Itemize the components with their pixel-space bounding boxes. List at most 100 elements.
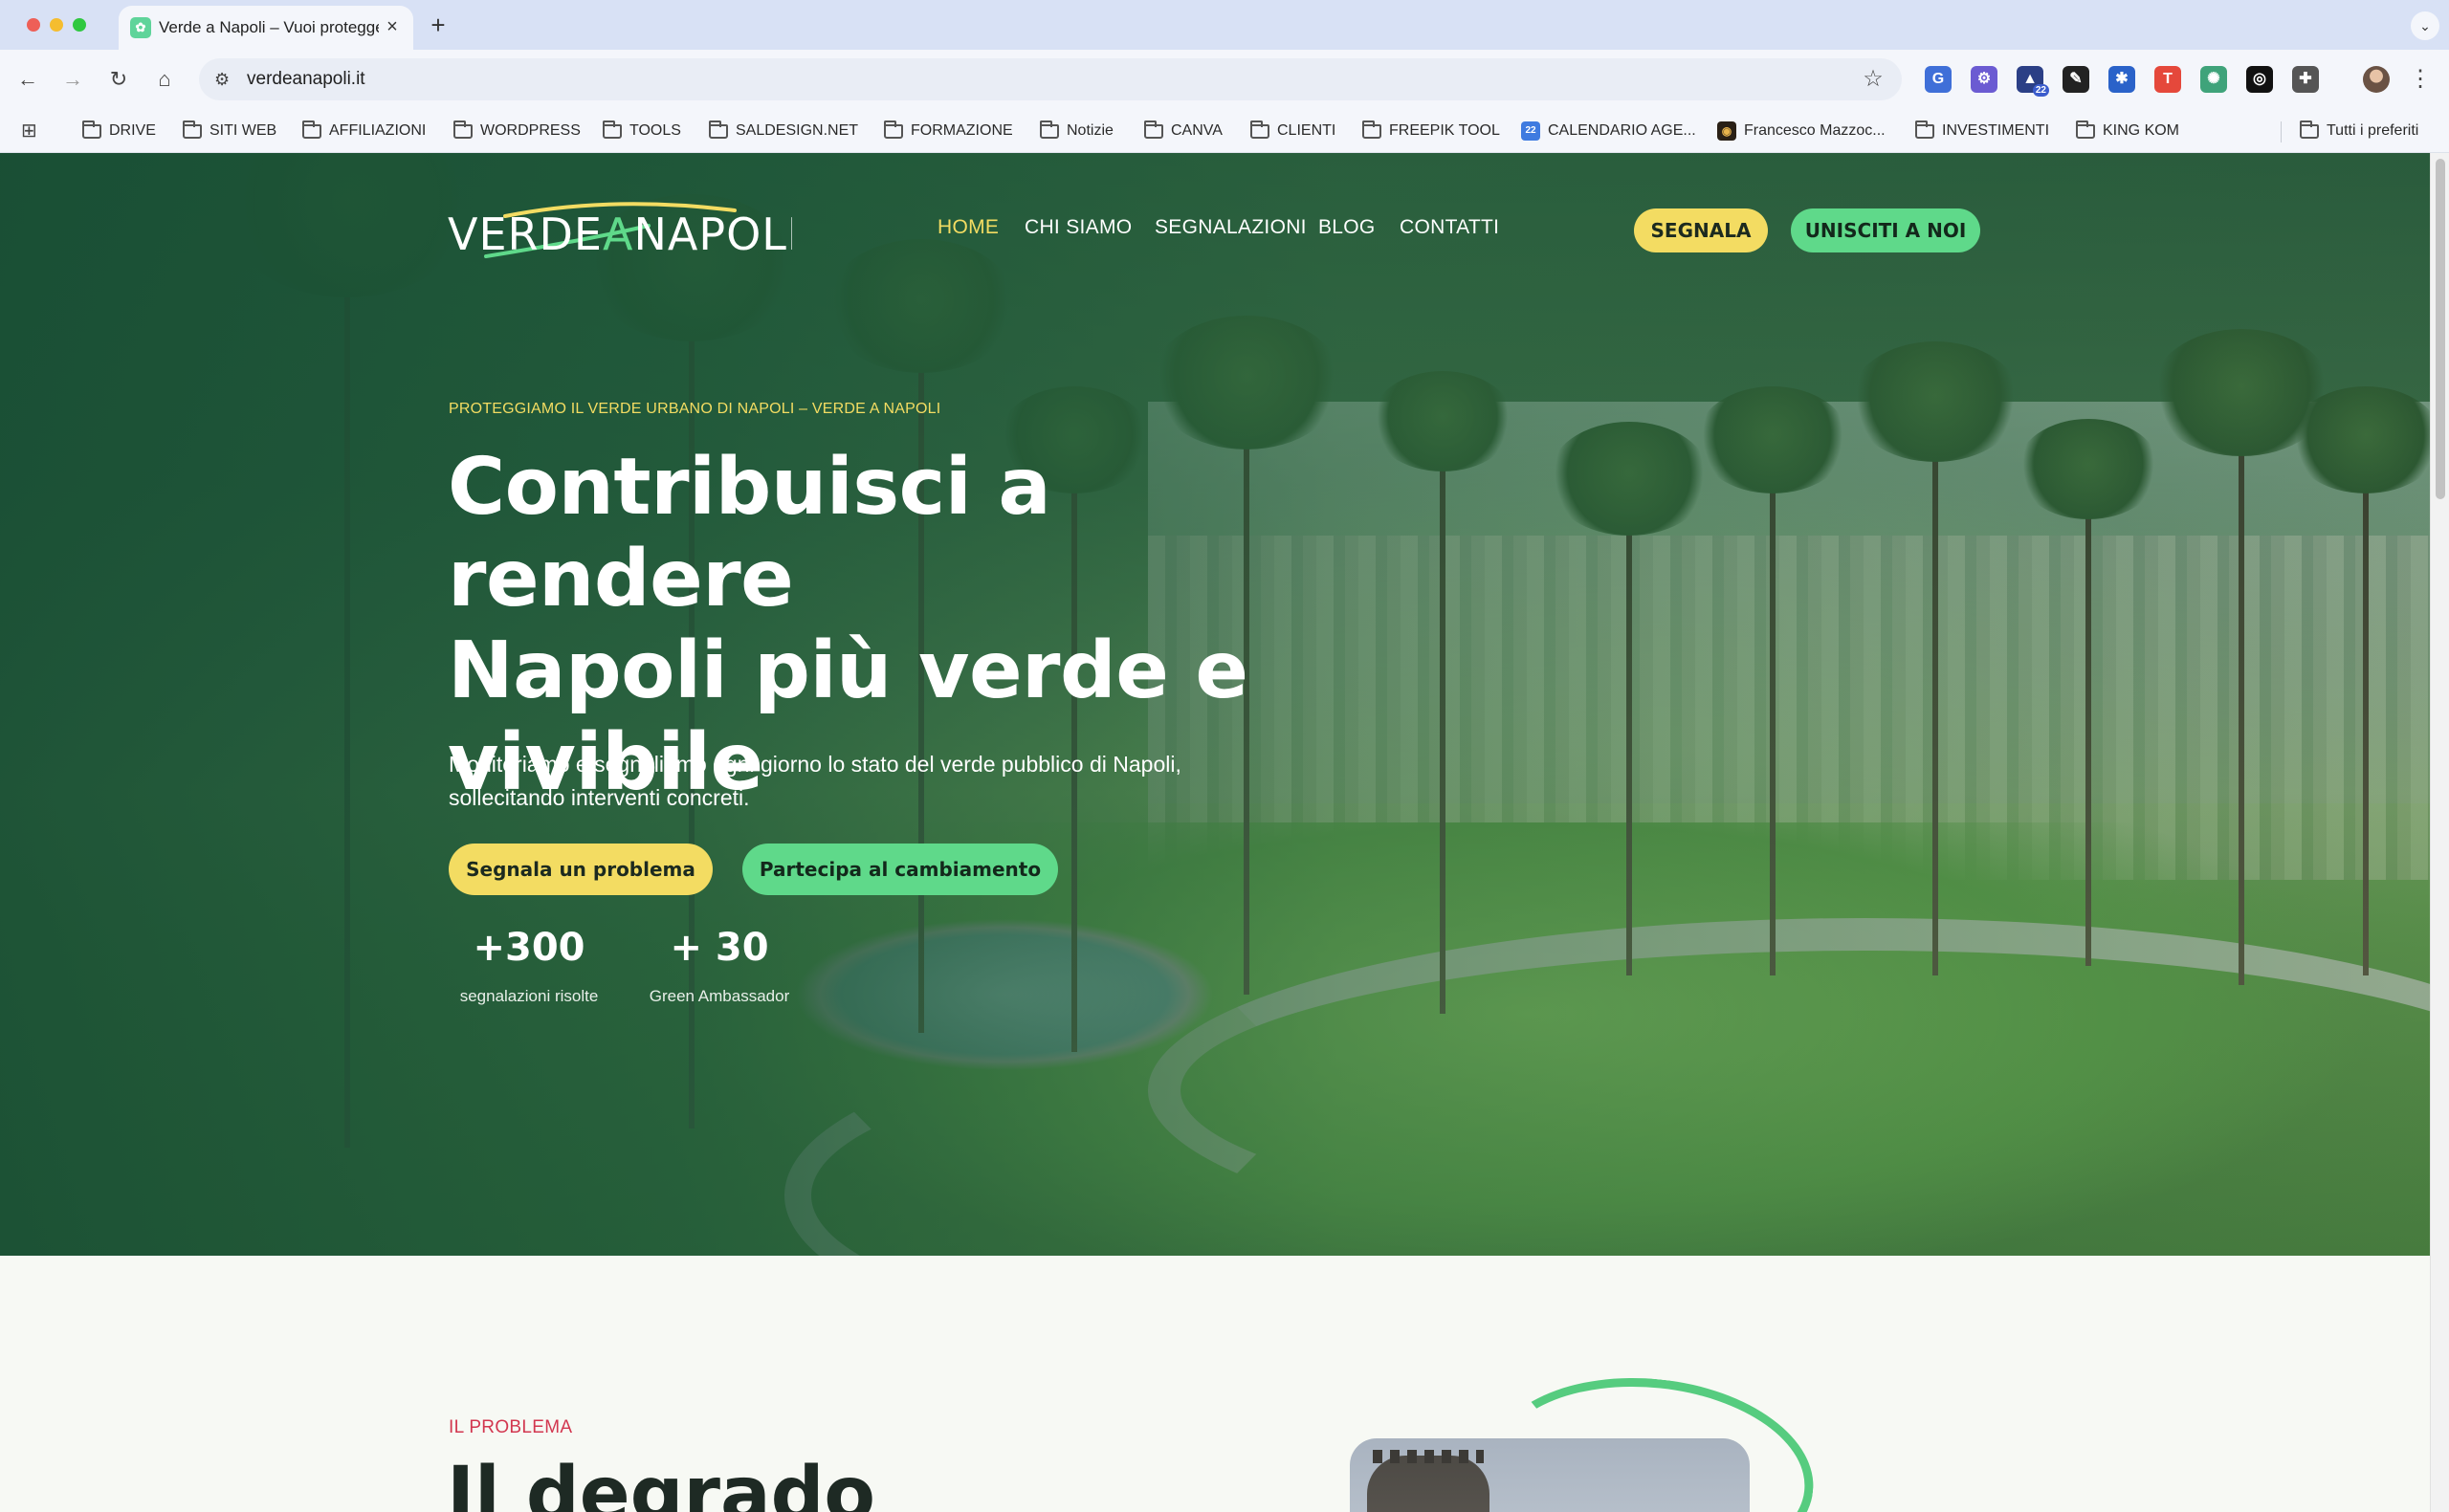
folder-icon	[1362, 120, 1381, 139]
hero-subtitle: Monitoriamo e segnaliamo ogni giorno lo …	[449, 748, 1310, 815]
hero-section: VERDEANAPOLI HOME CHI SIAMO SEGNALAZIONI…	[0, 153, 2430, 1256]
folder-icon	[82, 120, 101, 139]
url-text[interactable]: verdeanapoli.it	[247, 68, 365, 91]
bookmark-clienti[interactable]: CLIENTI	[1250, 120, 1335, 142]
browser-tab-bar: ✿ Verde a Napoli – Vuoi proteggere × + ⌄	[0, 0, 2449, 50]
site-logo[interactable]: VERDEANAPOLI	[448, 197, 792, 264]
extension-gear-icon[interactable]: ⚙	[1971, 66, 1997, 93]
bookmark-label: INVESTIMENTI	[1942, 122, 2050, 139]
bookmark-formazione[interactable]: FORMAZIONE	[884, 120, 1013, 142]
hero-subtitle-line: sollecitando interventi concreti.	[449, 785, 750, 810]
bookmark-siti-web[interactable]: SITI WEB	[183, 120, 276, 142]
bookmark-label: WORDPRESS	[480, 122, 581, 139]
bookmark-star-icon[interactable]: ☆	[1860, 66, 1886, 93]
bookmark-label: TOOLS	[629, 122, 681, 139]
unisciti-button[interactable]: UNISCITI A NOI	[1791, 208, 1980, 252]
bookmark-calendario-age[interactable]: 22 CALENDARIO AGE...	[1521, 120, 1696, 142]
nav-blog[interactable]: BLOG	[1318, 216, 1376, 239]
bookmark-label: Francesco Mazzoc...	[1744, 122, 1886, 139]
nav-segnalazioni[interactable]: SEGNALAZIONI	[1155, 216, 1307, 239]
folder-icon	[1915, 120, 1934, 139]
castle-tower	[1367, 1456, 1489, 1512]
folder-icon	[2300, 120, 2319, 139]
openai-icon[interactable]: ◎	[2246, 66, 2273, 93]
stat-label: segnalazioni risolte	[459, 987, 599, 1005]
browser-tab-active[interactable]: ✿ Verde a Napoli – Vuoi proteggere ×	[119, 6, 413, 50]
bookmark-label: FORMAZIONE	[911, 122, 1013, 139]
reload-icon[interactable]: ↻	[102, 63, 135, 96]
site-favicon-icon: ◉	[1717, 121, 1736, 141]
minimize-window-button[interactable]	[50, 18, 63, 32]
bookmark-drive[interactable]: DRIVE	[82, 120, 156, 142]
eyedropper-icon[interactable]: ✎	[2063, 66, 2089, 93]
bookmarks-bar: ⊞ DRIVE SITI WEB AFFILIAZIONI WORDPRESS TOOL…	[0, 109, 2449, 153]
hero-headline-line: Napoli più verde e	[448, 625, 1248, 716]
problem-eyebrow: IL PROBLEMA	[449, 1417, 573, 1437]
folder-icon	[884, 120, 903, 139]
profile-avatar[interactable]	[2363, 66, 2390, 93]
logo-text-verde: VERDE	[448, 208, 603, 260]
folder-icon	[183, 120, 202, 139]
scrollbar-thumb[interactable]	[2436, 159, 2445, 499]
translate-icon[interactable]: G	[1925, 66, 1952, 93]
bookmark-label: AFFILIAZIONI	[329, 122, 427, 139]
close-window-button[interactable]	[27, 18, 40, 32]
bookmark-affiliazioni[interactable]: AFFILIAZIONI	[302, 120, 426, 142]
bookmark-all-favorites[interactable]: Tutti i preferiti	[2300, 120, 2418, 142]
segnala-button[interactable]: SEGNALA	[1634, 208, 1768, 252]
bookmark-king-kom[interactable]: KING KOM	[2076, 120, 2179, 142]
folder-icon	[302, 120, 321, 139]
segnala-problema-button[interactable]: Segnala un problema	[449, 844, 713, 895]
nav-home[interactable]: HOME	[938, 216, 999, 239]
extension-badge: 22	[2032, 84, 2049, 97]
bookmark-label: DRIVE	[109, 122, 156, 139]
bookmarks-divider	[2281, 121, 2282, 142]
castle-image	[1350, 1438, 1750, 1512]
bookmark-label: FREEPIK TOOL	[1389, 122, 1500, 139]
stat-label: Green Ambassador	[649, 987, 790, 1005]
folder-icon	[1144, 120, 1163, 139]
extension-blue-icon[interactable]: ✱	[2108, 66, 2135, 93]
tab-title: Verde a Napoli – Vuoi proteggere	[159, 18, 379, 36]
address-bar[interactable]: ⚙ verdeanapoli.it ☆	[199, 58, 1902, 100]
bookmark-tools[interactable]: TOOLS	[603, 120, 681, 142]
folder-icon	[709, 120, 728, 139]
hero-subtitle-line: Monitoriamo e segnaliamo ogni giorno lo …	[449, 752, 1181, 777]
menu-kebab-icon[interactable]: ⋮	[2407, 63, 2434, 96]
bookmark-freepik-tool[interactable]: FREEPIK TOOL	[1362, 120, 1500, 142]
bookmark-label: CANVA	[1171, 122, 1223, 139]
forward-arrow-icon[interactable]: →	[56, 63, 89, 96]
site-settings-icon[interactable]: ⚙	[214, 68, 237, 91]
back-arrow-icon[interactable]: ←	[11, 63, 44, 96]
apps-grid-icon[interactable]: ⊞	[21, 121, 42, 142]
bookmark-wordpress[interactable]: WORDPRESS	[453, 120, 581, 142]
puzzle-icon[interactable]: ✚	[2292, 66, 2319, 93]
new-tab-button[interactable]: +	[425, 11, 452, 38]
stat-value: +300	[473, 926, 585, 970]
nav-chi-siamo[interactable]: CHI SIAMO	[1025, 216, 1132, 239]
grad-cap-icon[interactable]: ▲ 22	[2017, 66, 2049, 97]
page-viewport: VERDEANAPOLI HOME CHI SIAMO SEGNALAZIONI…	[0, 153, 2430, 1512]
bookmark-francesco-mazzoc[interactable]: ◉ Francesco Mazzoc...	[1717, 120, 1886, 142]
t-extension-icon[interactable]: T	[2154, 66, 2181, 93]
bookmark-notizie[interactable]: Notizie	[1040, 120, 1114, 142]
hero-headline-line: Contribuisci a rendere	[448, 442, 1051, 625]
chatgpt-icon[interactable]: ✺	[2200, 66, 2227, 93]
logo-text-napoli: NAPOLI	[633, 208, 792, 260]
close-icon[interactable]: ×	[381, 15, 404, 38]
partecipa-button[interactable]: Partecipa al cambiamento	[742, 844, 1058, 895]
folder-icon	[1250, 120, 1269, 139]
tab-search-chevron-icon[interactable]: ⌄	[2411, 11, 2439, 40]
bookmark-saldesign-net[interactable]: SALDESIGN.NET	[709, 120, 858, 142]
folder-icon	[1040, 120, 1059, 139]
maximize-window-button[interactable]	[73, 18, 86, 32]
bookmark-investimenti[interactable]: INVESTIMENTI	[1915, 120, 2049, 142]
bookmark-canva[interactable]: CANVA	[1144, 120, 1223, 142]
page-scrollbar[interactable]	[2430, 153, 2449, 1512]
home-icon[interactable]: ⌂	[148, 63, 181, 96]
bookmark-label: CLIENTI	[1277, 122, 1336, 139]
calendar-icon: 22	[1521, 121, 1540, 141]
bookmark-label: KING KOM	[2103, 122, 2180, 139]
folder-icon	[2076, 120, 2095, 139]
nav-contatti[interactable]: CONTATTI	[1400, 216, 1499, 239]
